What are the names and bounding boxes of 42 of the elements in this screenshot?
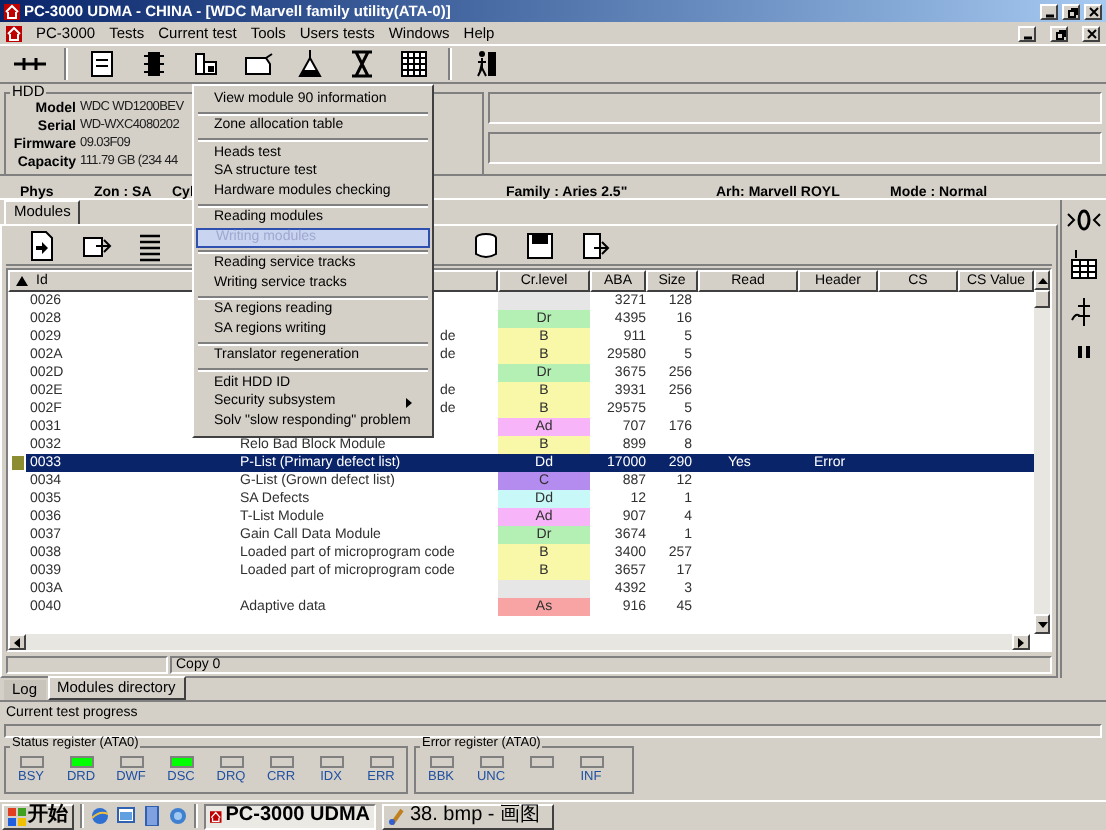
task-label: PC-3000 UDMA (225, 806, 370, 826)
maximize-button[interactable] (1050, 25, 1068, 41)
close-button[interactable] (1084, 3, 1102, 19)
taskbar-button[interactable]: 38. bmp - 画图 (382, 803, 554, 829)
app-icon (4, 3, 20, 19)
scroll-right-button[interactable] (1012, 634, 1030, 650)
taskbar-button[interactable]: PC-3000 UDMA (204, 803, 376, 829)
maximize-button[interactable] (1062, 3, 1080, 19)
network-icon[interactable] (168, 806, 188, 826)
left-arrow-icon (14, 637, 20, 647)
globe-icon[interactable] (90, 806, 110, 826)
minimize-button[interactable] (1040, 3, 1058, 19)
submenu-arrow-icon (406, 397, 412, 408)
scroll-thumb[interactable] (1034, 290, 1050, 308)
scroll-left-button[interactable] (8, 634, 26, 650)
save-icon[interactable] (522, 227, 558, 263)
close-button[interactable] (1082, 25, 1100, 41)
down-arrow-icon (1037, 621, 1047, 627)
close-icon (1085, 27, 1097, 39)
up-arrow-icon (1037, 277, 1047, 283)
desktop-icon[interactable] (116, 806, 136, 826)
paint-icon (388, 807, 406, 825)
scroll-down-button[interactable] (1034, 614, 1050, 634)
start-label: 开始 (28, 806, 68, 826)
horizontal-scrollbar[interactable] (8, 634, 1030, 650)
vertical-scrollbar[interactable] (1034, 270, 1050, 634)
start-button[interactable]: 开始 (2, 803, 74, 829)
grid-icon[interactable] (396, 46, 432, 82)
restore-icon (1053, 27, 1065, 39)
task-label: 38. bmp - 画图 (410, 806, 541, 826)
close-icon (1087, 5, 1099, 17)
right-arrow-icon (1018, 637, 1024, 647)
sort-icon (16, 276, 28, 286)
minimize-button[interactable] (1018, 25, 1036, 41)
windows-flag-icon (8, 807, 26, 825)
counter-icon[interactable] (1066, 208, 1102, 232)
scroll-up-button[interactable] (1034, 270, 1050, 290)
current-row-marker (11, 456, 23, 470)
keyboard-icon[interactable] (1068, 248, 1100, 280)
restore-icon (1065, 5, 1077, 17)
pause-icon[interactable] (1076, 344, 1092, 360)
app-icon (210, 807, 222, 825)
